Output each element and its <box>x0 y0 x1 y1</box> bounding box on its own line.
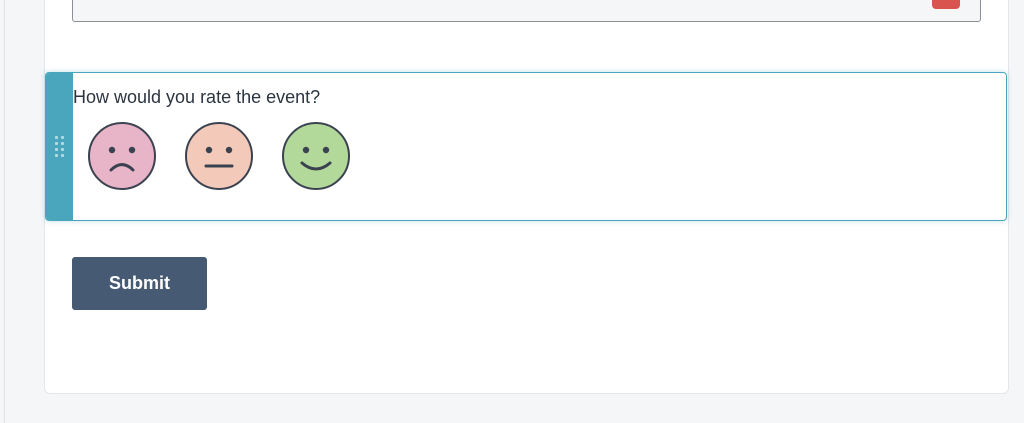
drag-handle[interactable] <box>46 73 73 220</box>
rating-question-block[interactable]: How would you rate the event? <box>45 72 1007 221</box>
question-label: How would you rate the event? <box>73 87 321 107</box>
submit-button[interactable]: Submit <box>72 257 207 310</box>
grip-icon <box>55 136 64 157</box>
sad-face-icon[interactable] <box>87 121 157 191</box>
previous-field-badge <box>932 0 960 9</box>
neutral-face-icon[interactable] <box>184 121 254 191</box>
page-left-border <box>4 0 5 423</box>
rating-options <box>87 121 351 191</box>
happy-face-icon[interactable] <box>281 121 351 191</box>
previous-field-input[interactable] <box>72 0 981 22</box>
